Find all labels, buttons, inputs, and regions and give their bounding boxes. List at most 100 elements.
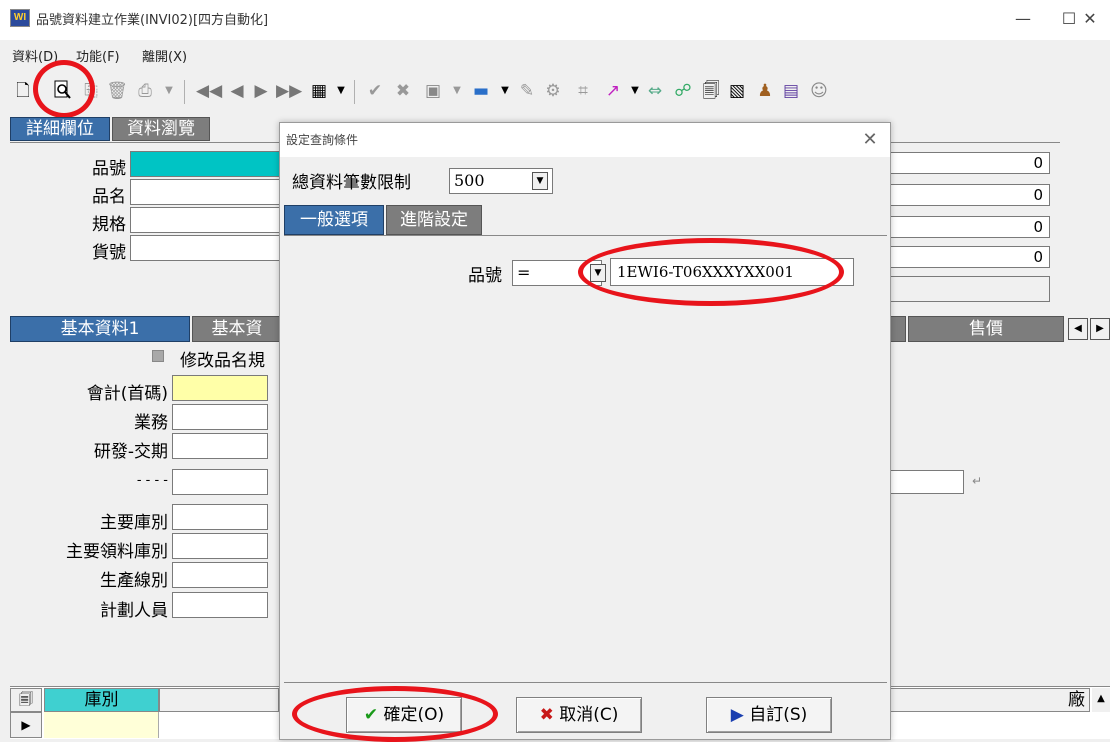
- rd-delivery-field[interactable]: [172, 433, 268, 459]
- settings-icon[interactable]: ⚙: [542, 80, 564, 102]
- annotation-ok-button: [292, 686, 498, 742]
- tab-general[interactable]: 一般選項: [284, 205, 384, 235]
- cancel-button-label: 取消(C): [559, 705, 619, 725]
- export-icon[interactable]: ⇔: [644, 80, 666, 102]
- label-rd-delivery: 研發-交期: [93, 442, 168, 462]
- annotation-query-value: [578, 238, 844, 306]
- dialog-title: 設定查詢條件: [286, 133, 359, 147]
- screen-dropdown-icon[interactable]: ▼: [494, 80, 516, 102]
- menu-exit[interactable]: 離開(X): [142, 46, 187, 65]
- cancel-button[interactable]: ✖ 取消(C): [516, 697, 642, 733]
- label-main-warehouse: 主要庫別: [100, 513, 168, 533]
- print-icon[interactable]: ⎙: [134, 80, 156, 102]
- value-field-3[interactable]: 0: [888, 216, 1050, 238]
- item-name-field[interactable]: [130, 179, 280, 205]
- prev-record-icon[interactable]: ◀: [226, 80, 248, 102]
- calendar-icon[interactable]: ▤: [780, 80, 802, 102]
- tab-basic1[interactable]: 基本資料1: [10, 316, 190, 342]
- next-record-icon[interactable]: ▶: [250, 80, 272, 102]
- cancel-icon[interactable]: ✖: [392, 80, 414, 102]
- window-title: 品號資料建立作業(INVI02)[四方自動化]: [36, 13, 269, 28]
- value-field-1[interactable]: 0: [888, 152, 1050, 174]
- tab-browse[interactable]: 資料瀏覽: [112, 117, 210, 141]
- dialog-title-bar: [280, 123, 890, 157]
- side-field[interactable]: [888, 470, 964, 494]
- label-item-no: 品號: [92, 159, 126, 179]
- value-field-4[interactable]: 0: [888, 246, 1050, 268]
- tab-scroll-right-icon[interactable]: ▶: [1090, 318, 1110, 340]
- delete-icon[interactable]: 🗑: [106, 80, 128, 102]
- close-window-button[interactable]: ✕: [1070, 4, 1110, 34]
- tab-basic2[interactable]: 基本資: [192, 316, 282, 342]
- label-planner: 計劃人員: [100, 601, 168, 621]
- grid-col-blank[interactable]: [159, 688, 279, 712]
- screen-icon[interactable]: ▬: [470, 80, 492, 102]
- custom-button[interactable]: ▶ 自訂(S): [706, 697, 832, 733]
- return-icon[interactable]: ↵: [972, 474, 982, 488]
- label-accounting: 會計(首碼): [86, 384, 168, 404]
- label-business: 業務: [134, 413, 168, 433]
- attachment-icon[interactable]: ☍: [672, 80, 694, 102]
- button-divider: [284, 682, 887, 683]
- main-warehouse-field[interactable]: [172, 504, 268, 530]
- chart-icon[interactable]: ↗: [602, 80, 624, 102]
- planner-field[interactable]: [172, 592, 268, 618]
- tab-advanced[interactable]: 進階設定: [386, 205, 482, 235]
- tab-price[interactable]: 售價: [908, 316, 1064, 342]
- label-goods-no: 貨號: [92, 243, 126, 263]
- dialog-close-button[interactable]: ✕: [858, 128, 882, 152]
- minimize-button[interactable]: —: [1000, 4, 1046, 34]
- tab-divider: [284, 235, 887, 236]
- query-field-label: 品號: [468, 266, 502, 286]
- modify-name-label: 修改品名規: [180, 351, 265, 371]
- value-field-5[interactable]: [888, 276, 1050, 302]
- value-field-2[interactable]: 0: [888, 184, 1050, 206]
- print-dropdown-icon[interactable]: ▼: [158, 80, 180, 102]
- confirm-icon[interactable]: ✔: [364, 80, 386, 102]
- label-production-line: 生產線別: [100, 571, 168, 591]
- grid-col-vendor[interactable]: 廠: [890, 688, 1090, 712]
- batch-dropdown-icon[interactable]: ▼: [446, 80, 468, 102]
- label-issue-warehouse: 主要領料庫別: [66, 542, 168, 562]
- tool-icon[interactable]: ✎: [516, 80, 538, 102]
- new-icon[interactable]: 🗋: [12, 80, 34, 102]
- label-spec: 規格: [92, 215, 126, 235]
- form-dropdown-icon[interactable]: ▼: [330, 80, 352, 102]
- tab-scroll-left-icon[interactable]: ◀: [1068, 318, 1088, 340]
- toolbar-separator: [354, 80, 355, 104]
- menu-function[interactable]: 功能(F): [76, 46, 120, 65]
- issue-warehouse-field[interactable]: [172, 533, 268, 559]
- filter-icon[interactable]: ⌗: [572, 80, 594, 102]
- user-icon[interactable]: ♟: [754, 80, 776, 102]
- limit-dropdown-icon[interactable]: ▼: [532, 172, 548, 190]
- business-field[interactable]: [172, 404, 268, 430]
- grid-cell-warehouse[interactable]: [44, 712, 159, 738]
- notes-icon[interactable]: 🗐: [700, 80, 722, 102]
- grid-notes-icon[interactable]: 🗐: [10, 688, 42, 712]
- row-pointer-icon: ▶: [10, 712, 42, 738]
- toolbar-separator: [184, 80, 185, 104]
- grid-scroll-up-icon[interactable]: ▲: [1092, 688, 1110, 712]
- goods-no-field[interactable]: [130, 235, 280, 261]
- grid-col-warehouse[interactable]: 庫別: [44, 688, 159, 712]
- production-line-field[interactable]: [172, 562, 268, 588]
- photo-icon[interactable]: ▧: [726, 80, 748, 102]
- tab-detail[interactable]: 詳細欄位: [10, 117, 110, 141]
- last-record-icon[interactable]: ▶▶: [276, 80, 302, 102]
- label-item-name: 品名: [92, 187, 126, 207]
- custom-button-label: 自訂(S): [749, 705, 808, 725]
- cross-icon: ✖: [539, 705, 554, 725]
- item-no-field[interactable]: [130, 151, 280, 177]
- help-icon[interactable]: ☺: [808, 80, 830, 102]
- label-dashes: - - - -: [136, 473, 168, 488]
- play-icon: ▶: [730, 705, 744, 725]
- form-icon[interactable]: ▦: [308, 80, 330, 102]
- chart-dropdown-icon[interactable]: ▼: [624, 80, 646, 102]
- accounting-field[interactable]: [172, 375, 268, 401]
- first-record-icon[interactable]: ◀◀: [196, 80, 222, 102]
- dashes-field[interactable]: [172, 469, 268, 495]
- modify-name-checkbox[interactable]: [152, 350, 164, 362]
- annotation-query-icon: [33, 60, 95, 118]
- batch-icon[interactable]: ▣: [422, 80, 444, 102]
- spec-field[interactable]: [130, 207, 280, 233]
